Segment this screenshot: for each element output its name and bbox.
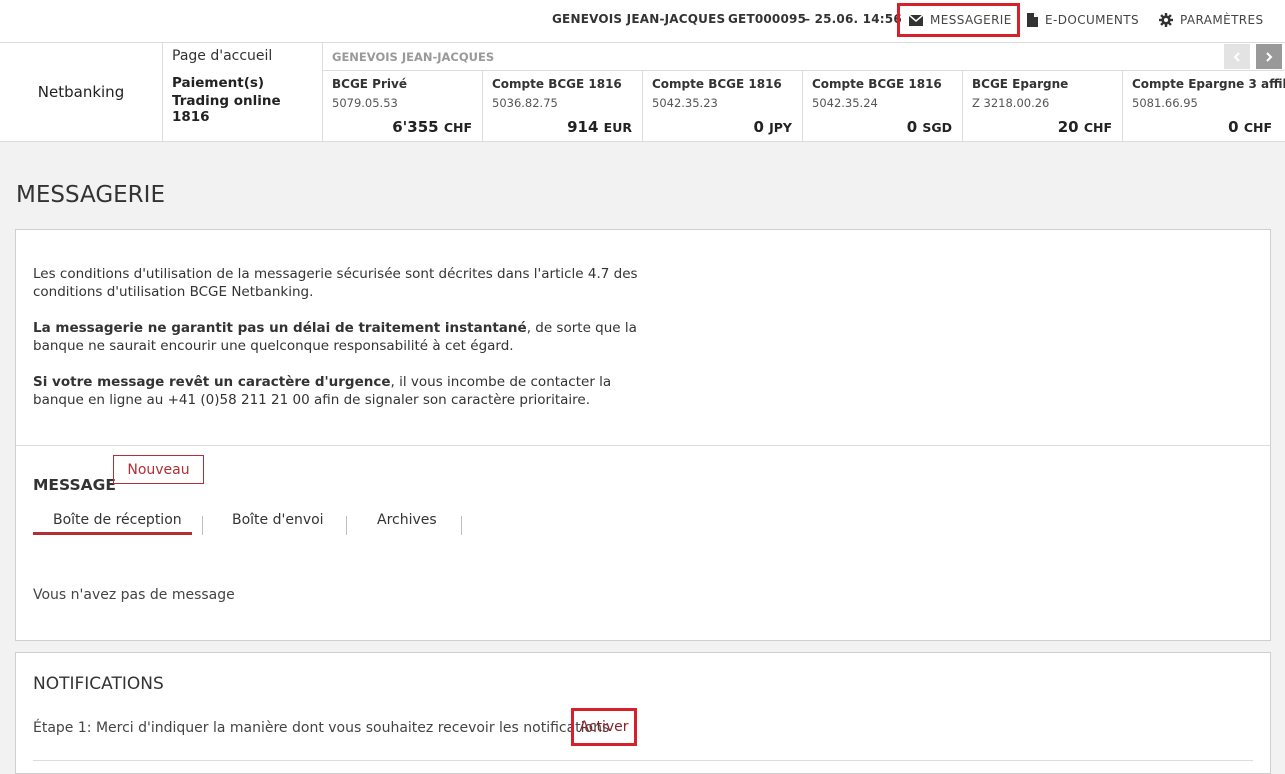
account-card[interactable]: BCGE Privé 5079.05.53 6'355 CHF [323,71,483,141]
account-balance: 6'355 CHF [392,118,472,136]
account-number: 5081.66.95 [1132,96,1198,110]
processing-notice: La messagerie ne garantit pas un délai d… [33,320,637,354]
home-link[interactable]: Page d'accueil [172,48,272,64]
tab-separator [202,516,203,535]
document-icon [1027,13,1038,27]
divider [33,760,1253,761]
account-name: BCGE Privé [332,77,407,91]
message-heading: MESSAGE [33,476,116,494]
conditions-text: Les conditions d'utilisation de la messa… [33,266,638,300]
account-cards: BCGE Privé 5079.05.53 6'355 CHF Compte B… [323,71,1285,141]
chevron-left-icon [1233,51,1240,62]
account-name: Compte BCGE 1816 [652,77,782,91]
account-band: Netbanking Page d'accueil Paiement(s) Tr… [0,43,1285,142]
tab-inbox[interactable]: Boîte de réception [53,512,182,528]
tab-archives[interactable]: Archives [377,512,437,528]
nav-parametres-label: PARAMÈTRES [1180,13,1264,27]
nav-parametres[interactable]: PARAMÈTRES [1159,3,1264,37]
top-bar: GENEVOIS JEAN-JACQUES GET000095 – 25.06.… [0,0,1285,43]
account-card[interactable]: Compte BCGE 1816 5036.82.75 914 EUR [483,71,643,141]
notifications-panel: NOTIFICATIONS Étape 1: Merci d'indiquer … [15,652,1271,774]
account-card[interactable]: Compte BCGE 1816 5042.35.24 0 SGD [803,71,963,141]
account-balance: 0 CHF [1228,118,1272,136]
user-name: GENEVOIS JEAN-JACQUES [552,12,726,26]
account-owner: GENEVOIS JEAN-JACQUES [332,50,495,64]
account-balance: 914 EUR [567,118,632,136]
account-name: Compte BCGE 1816 [492,77,622,91]
quick-links: Page d'accueil Paiement(s) Trading onlin… [163,43,323,141]
gear-icon [1159,13,1173,27]
account-number: 5042.35.23 [652,96,718,110]
notifications-heading: NOTIFICATIONS [33,674,164,694]
chevron-right-icon [1266,51,1273,62]
nav-e-documents-label: E-DOCUMENTS [1045,13,1140,27]
trading-link[interactable]: Trading online 1816 [172,93,322,125]
info-text: Les conditions d'utilisation de la messa… [33,265,648,409]
account-name: Compte BCGE 1816 [812,77,942,91]
account-name: Compte Epargne 3 affili [1132,77,1285,91]
account-card[interactable]: Compte Epargne 3 affili 5081.66.95 0 CHF [1123,71,1285,141]
tab-outbox[interactable]: Boîte d'envoi [232,512,324,528]
account-card[interactable]: Compte BCGE 1816 5042.35.23 0 JPY [643,71,803,141]
account-number: 5042.35.24 [812,96,878,110]
urgency-notice: Si votre message revêt un caractère d'ur… [33,374,612,408]
notification-step-text: Étape 1: Merci d'indiquer la manière don… [33,720,610,736]
session-id: GET000095 [728,12,807,26]
next-accounts-button[interactable] [1256,44,1282,69]
account-name: BCGE Epargne [972,77,1069,91]
account-balance: 0 SGD [906,118,952,136]
page-title: MESSAGERIE [16,182,165,208]
account-balance: 0 JPY [753,118,792,136]
empty-inbox-text: Vous n'avez pas de message [33,587,235,603]
account-number: 5079.05.53 [332,96,398,110]
active-tab-indicator [33,532,192,535]
tab-separator [461,516,462,535]
account-balance: 20 CHF [1057,118,1112,136]
new-message-button[interactable]: Nouveau [113,455,204,484]
divider [16,445,1270,446]
account-number: Z 3218.00.26 [972,96,1050,110]
messaging-panel: Les conditions d'utilisation de la messa… [15,229,1271,641]
session-datetime: – 25.06. 14:56 [804,12,902,26]
nav-e-documents[interactable]: E-DOCUMENTS [1027,3,1139,37]
account-owner-row: GENEVOIS JEAN-JACQUES [323,43,1285,71]
payments-link[interactable]: Paiement(s) [172,75,264,91]
activate-link[interactable]: Activer [571,708,637,746]
brand-netbanking[interactable]: Netbanking [0,43,163,141]
account-card[interactable]: BCGE Epargne Z 3218.00.26 20 CHF [963,71,1123,141]
tab-separator [346,516,347,535]
account-number: 5036.82.75 [492,96,558,110]
envelope-icon [909,14,923,26]
nav-messagerie-label: MESSAGERIE [930,13,1012,27]
prev-accounts-button[interactable] [1224,44,1250,69]
nav-messagerie[interactable]: MESSAGERIE [897,3,1020,37]
